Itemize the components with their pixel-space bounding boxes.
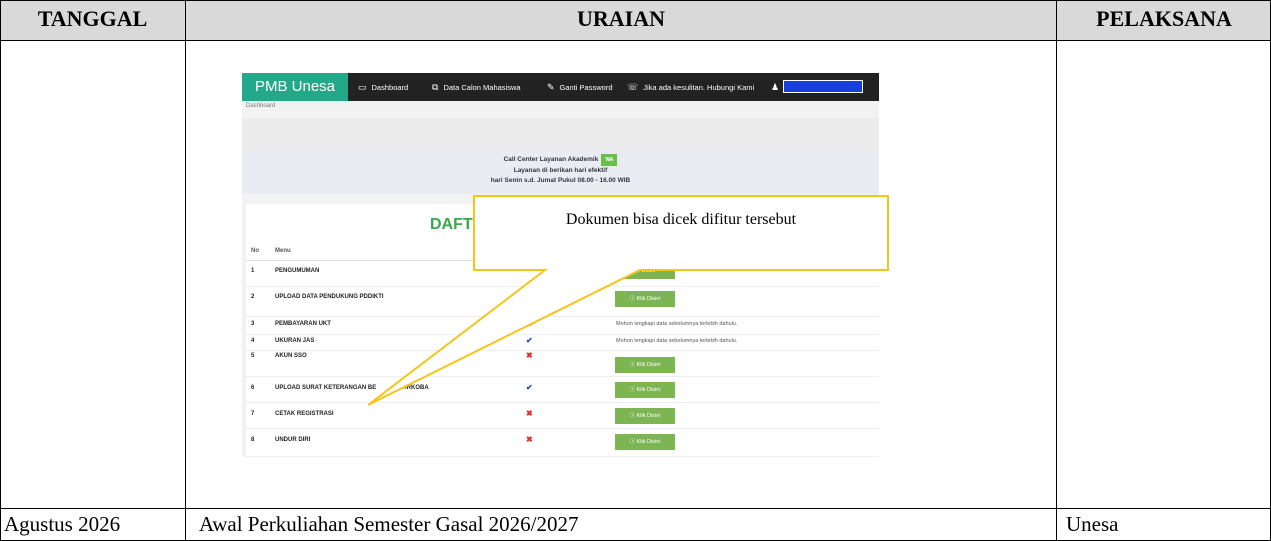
- callout-text: Dokumen bisa dicek difitur tersebut: [565, 211, 797, 228]
- callout-graphic: [367, 195, 889, 406]
